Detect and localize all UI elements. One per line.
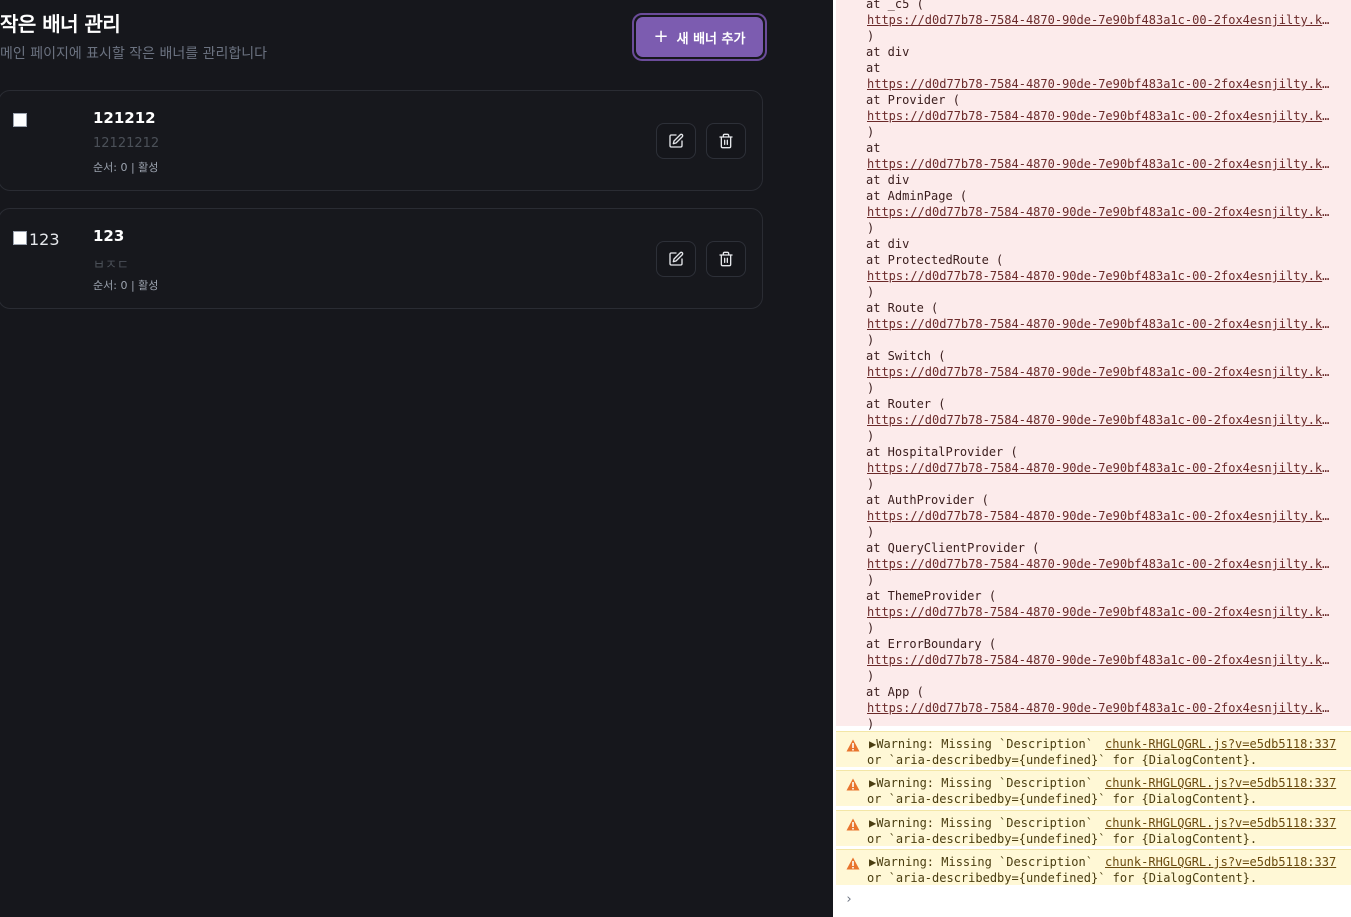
warning-message-detail: or `aria-describedby={undefined}` for {D… — [867, 753, 1258, 767]
stack-frame-close: ) — [867, 333, 875, 347]
banner-meta: 순서: 0 | 활성 — [93, 279, 159, 292]
warning-message: ▶Warning: Missing `Description` — [869, 737, 1093, 751]
stack-frame-close: ) — [867, 125, 875, 139]
edit-icon — [669, 251, 684, 266]
stack-frame-close: ) — [867, 621, 875, 635]
warning-message: ▶Warning: Missing `Description` — [869, 776, 1093, 790]
stack-frame-close: ) — [867, 573, 875, 587]
console-error-stack: at _c5 (https://d0d77b78-7584-4870-90de-… — [836, 0, 1351, 731]
banner-image-alt: 121212 — [13, 138, 74, 139]
stack-frame-label: at div — [866, 237, 910, 251]
warning-message-detail: or `aria-describedby={undefined}` for {D… — [867, 832, 1258, 846]
warning-source-link[interactable]: chunk-RHGLQGRL.js?v=e5db5118:337 — [1105, 816, 1336, 830]
banner-description: ㅂㅈㄷ — [93, 258, 129, 273]
stack-frame-close: ) — [867, 429, 875, 443]
banner-title: 121212 — [93, 109, 156, 127]
stack-frame-label: at _c5 ( — [866, 0, 924, 11]
stack-frame-close: ) — [867, 669, 875, 683]
warning-message-detail: or `aria-describedby={undefined}` for {D… — [867, 871, 1258, 885]
stack-frame-close: ) — [867, 29, 875, 43]
broken-image-icon — [13, 113, 27, 127]
stack-frame-link[interactable]: https://d0d77b78-7584-4870-90de-7e90bf48… — [867, 364, 1335, 380]
stack-frame-label: at AdminPage ( — [866, 189, 968, 203]
stack-frame-label: at Route ( — [866, 301, 939, 315]
stack-frame-link[interactable]: https://d0d77b78-7584-4870-90de-7e90bf48… — [867, 556, 1335, 572]
stack-frame-link[interactable]: https://d0d77b78-7584-4870-90de-7e90bf48… — [867, 460, 1335, 476]
stack-frame-label: at HospitalProvider ( — [866, 445, 1018, 459]
stack-frame-link[interactable]: https://d0d77b78-7584-4870-90de-7e90bf48… — [867, 76, 1335, 92]
stack-frame-link[interactable]: https://d0d77b78-7584-4870-90de-7e90bf48… — [867, 204, 1335, 220]
stack-frame-label: at div — [866, 45, 910, 59]
stack-frame-label: at AuthProvider ( — [866, 493, 989, 507]
stack-frame-label: at ThemeProvider ( — [866, 589, 997, 603]
page-subtitle: 메인 페이지에 표시할 작은 배너를 관리합니다 — [0, 46, 267, 62]
console-prompt[interactable]: › — [845, 892, 853, 907]
delete-banner-button[interactable] — [706, 241, 746, 277]
stack-frame-link[interactable]: https://d0d77b78-7584-4870-90de-7e90bf48… — [867, 412, 1335, 428]
warning-icon — [846, 857, 860, 870]
stack-frame-label: at div — [866, 173, 910, 187]
add-banner-button[interactable]: + 새 배너 추가 — [632, 13, 767, 61]
stack-frame-link[interactable]: https://d0d77b78-7584-4870-90de-7e90bf48… — [867, 700, 1335, 716]
stack-frame-link[interactable]: https://d0d77b78-7584-4870-90de-7e90bf48… — [867, 508, 1335, 524]
warning-source-link[interactable]: chunk-RHGLQGRL.js?v=e5db5118:337 — [1105, 855, 1336, 869]
stack-frame-label: at — [866, 141, 881, 155]
console-warning[interactable]: ▶Warning: Missing `Description` chunk-RHG… — [836, 849, 1351, 885]
stack-frame-label: at ErrorBoundary ( — [866, 637, 997, 651]
devtools-console: at _c5 (https://d0d77b78-7584-4870-90de-… — [833, 0, 1351, 917]
banner-title: 123 — [93, 227, 125, 245]
banner-image-alt: 123 — [29, 230, 60, 249]
warning-icon — [846, 818, 860, 831]
stack-frame-close: ) — [867, 285, 875, 299]
broken-image-icon — [13, 231, 27, 245]
stack-frame-close: ) — [867, 477, 875, 491]
page-title: 작은 배너 관리 — [0, 12, 121, 36]
banner-image: 123 — [13, 227, 75, 257]
stack-frame-label: at QueryClientProvider ( — [866, 541, 1040, 555]
trash-icon — [719, 251, 733, 267]
stack-frame-close: ) — [867, 221, 875, 235]
stack-frame-link[interactable]: https://d0d77b78-7584-4870-90de-7e90bf48… — [867, 268, 1335, 284]
console-warning[interactable]: ▶Warning: Missing `Description` chunk-RHG… — [836, 770, 1351, 806]
stack-frame-label: at — [866, 61, 881, 75]
warning-source-link[interactable]: chunk-RHGLQGRL.js?v=e5db5118:337 — [1105, 737, 1336, 751]
console-warning[interactable]: ▶Warning: Missing `Description` chunk-RHG… — [836, 731, 1351, 767]
stack-frame-close: ) — [867, 525, 875, 539]
warning-message-detail: or `aria-describedby={undefined}` for {D… — [867, 792, 1258, 806]
stack-frame-label: at App ( — [866, 685, 924, 699]
banner-meta: 순서: 0 | 활성 — [93, 161, 159, 174]
banner-card: 123 123 ㅂㅈㄷ 순서: 0 | 활성 — [0, 208, 763, 309]
add-banner-label: 새 배너 추가 — [676, 31, 746, 47]
stack-frame-link[interactable]: https://d0d77b78-7584-4870-90de-7e90bf48… — [867, 156, 1335, 172]
edit-icon — [669, 133, 684, 148]
stack-frame-link[interactable]: https://d0d77b78-7584-4870-90de-7e90bf48… — [867, 108, 1335, 124]
stack-frame-label: at Provider ( — [866, 93, 960, 107]
banner-description: 12121212 — [93, 136, 160, 151]
stack-frame-link[interactable]: https://d0d77b78-7584-4870-90de-7e90bf48… — [867, 604, 1335, 620]
warning-source-link[interactable]: chunk-RHGLQGRL.js?v=e5db5118:337 — [1105, 776, 1336, 790]
add-banner-button-inner[interactable]: + 새 배너 추가 — [636, 17, 763, 57]
stack-frame-link[interactable]: https://d0d77b78-7584-4870-90de-7e90bf48… — [867, 12, 1335, 28]
edit-banner-button[interactable] — [656, 123, 696, 159]
stack-frame-label: at Switch ( — [866, 349, 946, 363]
banner-card: 121212 121212 12121212 순서: 0 | 활성 — [0, 90, 763, 191]
stack-frame-label: at Router ( — [866, 397, 946, 411]
stack-frame-link[interactable]: https://d0d77b78-7584-4870-90de-7e90bf48… — [867, 316, 1335, 332]
banner-image: 121212 — [13, 109, 75, 139]
warning-message: ▶Warning: Missing `Description` — [869, 855, 1093, 869]
warning-icon — [846, 778, 860, 791]
warning-message: ▶Warning: Missing `Description` — [869, 816, 1093, 830]
stack-frame-label: at ProtectedRoute ( — [866, 253, 1004, 267]
admin-panel: 작은 배너 관리 메인 페이지에 표시할 작은 배너를 관리합니다 + 새 배너… — [0, 0, 833, 917]
console-warning[interactable]: ▶Warning: Missing `Description` chunk-RHG… — [836, 810, 1351, 846]
edit-banner-button[interactable] — [656, 241, 696, 277]
stack-frame-link[interactable]: https://d0d77b78-7584-4870-90de-7e90bf48… — [867, 652, 1335, 668]
stack-frame-close: ) — [867, 717, 875, 731]
trash-icon — [719, 133, 733, 149]
warning-icon — [846, 739, 860, 752]
plus-icon: + — [653, 26, 669, 47]
stack-frame-close: ) — [867, 381, 875, 395]
delete-banner-button[interactable] — [706, 123, 746, 159]
